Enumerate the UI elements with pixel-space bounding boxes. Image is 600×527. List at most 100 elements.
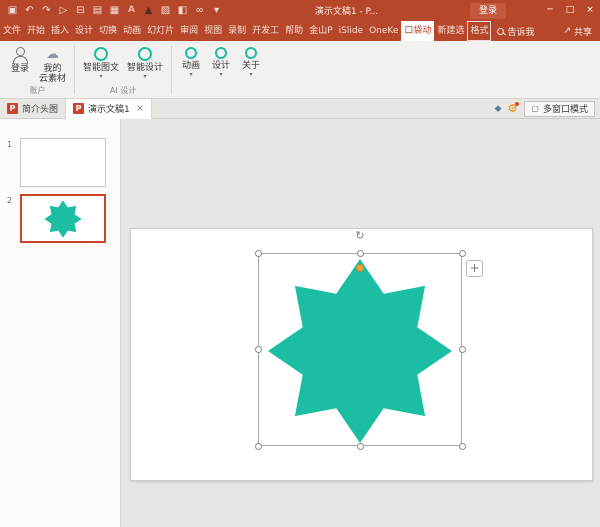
smart-graphics-icon [94, 47, 108, 61]
group-label-ai-design: AI 设计 [110, 84, 136, 98]
share-label: 共享 [574, 25, 592, 38]
cloud-materials-button[interactable]: ☁ 我的 云素材 [35, 42, 70, 84]
selection-handle-w[interactable] [255, 346, 262, 353]
slide-number: 1 [7, 140, 12, 149]
ribbon-tab-format[interactable]: 格式 [467, 21, 491, 41]
titlebar: ▣ ↶ ↷ ▷ ⊟ ▤ ▦ A ▲ ▨ ◧ ∞ ▾ 演示文稿1 - P... 登… [0, 0, 600, 21]
about-button[interactable]: 关于 ▾ [236, 42, 266, 78]
close-button[interactable]: × [580, 0, 600, 21]
ppt-file-icon: P [7, 103, 18, 114]
ribbon-tab-animations[interactable]: 动画 [120, 21, 144, 41]
slideshow-icon[interactable]: ▷ [57, 0, 70, 21]
ribbon-tab-newtab[interactable]: 新建选 [434, 21, 467, 41]
smart-graphics-button[interactable]: 智能图文 ▾ [79, 42, 123, 80]
smart-design-label: 智能设计 [127, 63, 163, 73]
multiwindow-mode-button[interactable]: ▢ 多窗口模式 [524, 101, 595, 117]
cloud-icon: ☁ [46, 46, 59, 63]
ribbon-tab-record[interactable]: 录制 [225, 21, 249, 41]
login-button-titlebar[interactable]: 登录 [470, 3, 506, 19]
chevron-down-icon: ▾ [144, 74, 147, 80]
ribbon-separator [171, 45, 172, 94]
chart-icon[interactable]: ◧ [176, 0, 189, 21]
window-title: 演示文稿1 - P... [223, 4, 470, 17]
redo-icon[interactable]: ↷ [40, 0, 53, 21]
font-color-icon[interactable]: A [125, 0, 138, 21]
ribbon-tab-pocket-active[interactable]: 口袋动 [401, 21, 434, 41]
minimize-button[interactable]: ─ [540, 0, 560, 21]
window-controls: ─ □ × [540, 0, 600, 21]
ribbon-tab-transitions[interactable]: 切换 [96, 21, 120, 41]
ribbon-tab-islide[interactable]: iSlide [336, 21, 366, 41]
chevron-down-icon: ▾ [250, 72, 253, 78]
document-tab-bar: P 简介头图 P 演示文稿1 × ◆ ⚙ ▢ 多窗口模式 [0, 99, 600, 119]
more-commands-icon[interactable]: ▾ [210, 0, 223, 21]
slide-thumbnail-1[interactable] [20, 138, 106, 187]
tellme-box[interactable]: 告诉我 [491, 21, 540, 41]
link-icon[interactable]: ∞ [193, 0, 206, 21]
about-label: 关于 [242, 61, 260, 71]
ribbon-tab-file[interactable]: 文件 [0, 21, 24, 41]
ribbon-tab-slideshow[interactable]: 幻灯片 [144, 21, 177, 41]
selection-handle-s[interactable] [357, 443, 364, 450]
new-slide-icon[interactable]: ▤ [91, 0, 104, 21]
settings-gear-icon[interactable]: ⚙ [505, 99, 521, 119]
selection-handle-se[interactable] [459, 443, 466, 450]
smart-design-icon [138, 47, 152, 61]
document-tab-label: 演示文稿1 [88, 102, 130, 115]
quick-add-button[interactable]: + [466, 260, 483, 277]
selection-handle-ne[interactable] [459, 250, 466, 257]
group-label-account: 账户 [30, 84, 46, 98]
ribbon-group-account: 登录 ☁ 我的 云素材 账户 [4, 42, 71, 98]
smart-graphics-label: 智能图文 [83, 63, 119, 73]
ribbon-separator [74, 45, 75, 94]
selection-handle-n[interactable] [357, 250, 364, 257]
document-tab-intro[interactable]: P 简介头图 [0, 99, 66, 119]
chevron-down-icon: ▾ [220, 72, 223, 78]
ribbon-tab-developer[interactable]: 开发工 [249, 21, 282, 41]
tellme-label: 告诉我 [507, 25, 534, 38]
design-button[interactable]: 设计 ▾ [206, 42, 236, 78]
ribbon-tab-view[interactable]: 视图 [201, 21, 225, 41]
table-icon[interactable]: ▦ [108, 0, 121, 21]
ribbon-tab-jinshan[interactable]: 金山P [306, 21, 335, 41]
login-button[interactable]: 登录 [5, 42, 35, 74]
rotation-handle[interactable]: ↻ [353, 229, 367, 243]
notification-dot [515, 102, 519, 106]
share-icon: ↗ [563, 26, 571, 36]
animation-button[interactable]: 动画 ▾ [176, 42, 206, 78]
slide-thumbnail-2-selected[interactable] [20, 194, 106, 243]
save-icon[interactable]: ▣ [6, 0, 19, 21]
selection-handle-e[interactable] [459, 346, 466, 353]
star-8-thumbnail [44, 200, 82, 238]
design-icon [215, 47, 227, 59]
ribbon-group-ai-design: 智能图文 ▾ 智能设计 ▾ AI 设计 [78, 42, 168, 98]
ribbon-tab-review[interactable]: 审阅 [177, 21, 201, 41]
plugin-icon[interactable]: ◆ [492, 104, 505, 114]
ribbon-tab-home[interactable]: 开始 [24, 21, 48, 41]
print-icon[interactable]: ⊟ [74, 0, 87, 21]
ribbon-tab-help[interactable]: 帮助 [282, 21, 306, 41]
person-icon [12, 46, 28, 63]
share-button[interactable]: ↗ 共享 [555, 21, 600, 41]
editing-canvas[interactable]: ↻ + [121, 119, 600, 527]
document-tab-label: 简介头图 [22, 102, 58, 115]
login-label: 登录 [11, 64, 29, 74]
ppt-file-icon: P [73, 103, 84, 114]
adjust-handle[interactable] [356, 264, 364, 272]
ribbon-tab-onekey[interactable]: OneKe [366, 21, 401, 41]
search-icon [497, 28, 504, 35]
smart-design-button[interactable]: 智能设计 ▾ [123, 42, 167, 80]
image-icon[interactable]: ▨ [159, 0, 172, 21]
ribbon-tab-insert[interactable]: 插入 [48, 21, 72, 41]
document-tab-current[interactable]: P 演示文稿1 × [66, 99, 152, 119]
design-label: 设计 [212, 61, 230, 71]
selection-handle-nw[interactable] [255, 250, 262, 257]
about-icon [245, 47, 257, 59]
shape-icon[interactable]: ▲ [142, 0, 155, 21]
maximize-button[interactable]: □ [560, 0, 580, 21]
ribbon-tab-design[interactable]: 设计 [72, 21, 96, 41]
close-tab-icon[interactable]: × [134, 103, 144, 114]
selection-box [258, 253, 462, 446]
undo-icon[interactable]: ↶ [23, 0, 36, 21]
selection-handle-sw[interactable] [255, 443, 262, 450]
